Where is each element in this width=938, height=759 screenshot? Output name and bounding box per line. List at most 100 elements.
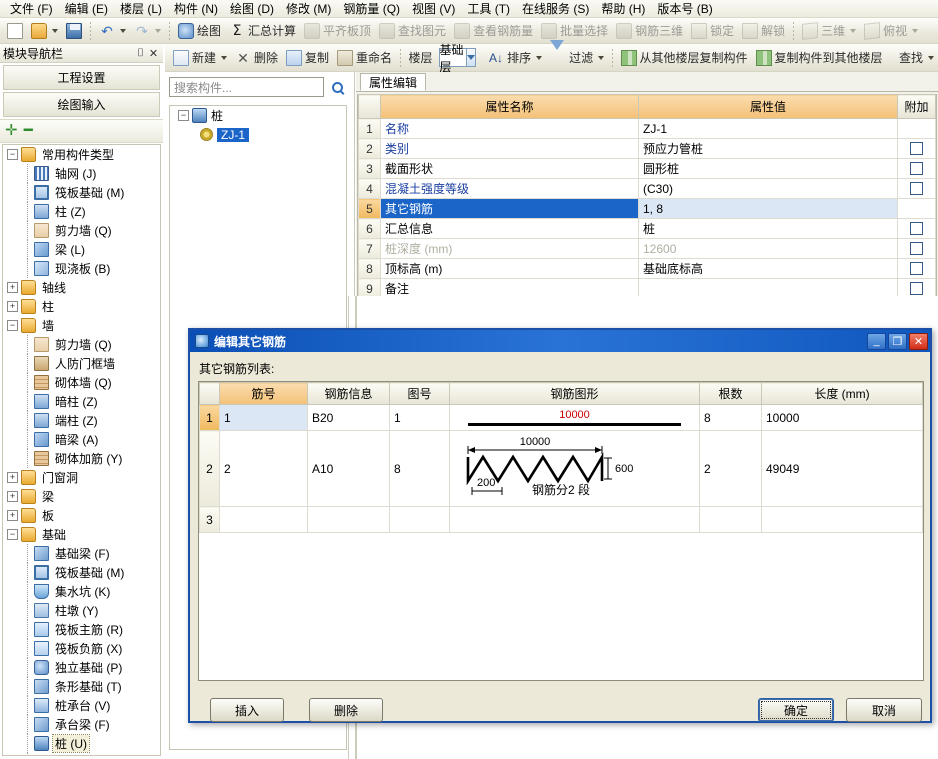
minimize-button[interactable]: _: [867, 332, 886, 350]
close-icon[interactable]: ✕: [147, 47, 160, 60]
tree-item-6[interactable]: 现浇板 (B): [3, 259, 160, 278]
lock-button[interactable]: 锁定: [687, 20, 738, 42]
collapse-icon[interactable]: −: [7, 320, 18, 331]
rebar-grid[interactable]: 筋号 钢筋信息 图号 钢筋图形 根数 长度 (mm) 1 1 B20 1 100…: [198, 381, 924, 681]
find-element-button[interactable]: 查找图元: [375, 20, 450, 42]
table-row[interactable]: 2 类别 预应力管桩: [358, 138, 936, 159]
menu-item-edit[interactable]: 编辑 (E): [59, 1, 114, 17]
tree-item-18[interactable]: + 梁: [3, 487, 160, 506]
menu-item-component[interactable]: 构件 (N): [168, 1, 224, 17]
tree-item-13[interactable]: 暗柱 (Z): [3, 392, 160, 411]
search-button[interactable]: [324, 77, 350, 97]
expand-icon[interactable]: +: [7, 491, 18, 502]
tree-item-28[interactable]: 条形基础 (T): [3, 677, 160, 696]
menu-item-rebar-quantity[interactable]: 钢筋量 (Q): [337, 1, 406, 17]
view-rebar-quantity-button[interactable]: 查看钢筋量: [450, 20, 537, 42]
rename-component-button[interactable]: 重命名: [333, 47, 396, 69]
cell-length[interactable]: [761, 506, 923, 533]
cell-additional[interactable]: [897, 218, 936, 239]
cell-rebar-no[interactable]: [219, 506, 308, 533]
redo-button[interactable]: ↷: [130, 20, 165, 42]
insert-button[interactable]: 插入: [210, 698, 284, 722]
floor-select-dropdown-button[interactable]: [466, 48, 476, 67]
find-button[interactable]: 查找: [895, 47, 938, 69]
cell-property-value[interactable]: 基础底标高: [638, 258, 898, 279]
floor-select[interactable]: 基础层: [438, 43, 467, 74]
batch-select-button[interactable]: 批量选择: [537, 20, 612, 42]
copy-from-other-floor-button[interactable]: 从其他楼层复制构件: [617, 47, 752, 69]
cell-additional[interactable]: [897, 118, 936, 139]
menu-item-tools[interactable]: 工具 (T): [461, 1, 516, 17]
expand-icon[interactable]: +: [7, 472, 18, 483]
table-row[interactable]: 3 截面形状 圆形桩: [358, 158, 936, 179]
filter-button[interactable]: 过滤: [546, 39, 608, 69]
tree-item-5[interactable]: 梁 (L): [3, 240, 160, 259]
expand-icon[interactable]: +: [7, 301, 18, 312]
dialog-title-bar[interactable]: 编辑其它钢筋 _ ❐ ✕: [190, 330, 930, 352]
table-row[interactable]: 4 混凝土强度等级 (C30): [358, 178, 936, 199]
top-view-button[interactable]: 俯视: [860, 20, 922, 42]
copy-component-button[interactable]: 复制: [282, 47, 333, 69]
tree-item-8[interactable]: + 柱: [3, 297, 160, 316]
cell-rebar-shape[interactable]: [449, 506, 700, 533]
checkbox[interactable]: [910, 162, 923, 175]
tree-node-zj1[interactable]: ZJ-1: [170, 125, 346, 144]
view-3d-button[interactable]: 三维: [798, 20, 860, 42]
cell-additional[interactable]: [897, 238, 936, 259]
cell-property-value[interactable]: 12600: [638, 238, 898, 259]
menu-item-file[interactable]: 文件 (F): [4, 1, 59, 17]
cell-rebar-shape-straight[interactable]: 10000: [449, 404, 700, 431]
tree-item-16[interactable]: 砌体加筋 (Y): [3, 449, 160, 468]
checkbox[interactable]: [910, 242, 923, 255]
collapse-icon[interactable]: −: [178, 110, 189, 121]
cell-rebar-info[interactable]: A10: [307, 430, 390, 507]
tree-item-3[interactable]: 柱 (Z): [3, 202, 160, 221]
draw-button[interactable]: 绘图: [174, 20, 225, 42]
cell-count[interactable]: 8: [699, 404, 762, 431]
undo-button[interactable]: ↶: [95, 20, 130, 42]
cell-count[interactable]: [699, 506, 762, 533]
new-component-button[interactable]: 新建: [169, 47, 231, 69]
expand-all-icon[interactable]: ✛: [5, 123, 18, 138]
tree-item-1[interactable]: 轴网 (J): [3, 164, 160, 183]
cell-drawing-no[interactable]: 1: [389, 404, 450, 431]
tree-item-19[interactable]: + 板: [3, 506, 160, 525]
unlock-button[interactable]: 解锁: [738, 20, 789, 42]
menu-item-help[interactable]: 帮助 (H): [595, 1, 651, 17]
cell-additional[interactable]: [897, 178, 936, 199]
cell-rebar-shape-zigzag[interactable]: 10000 600 200 钢筋分2 段: [449, 430, 700, 507]
expand-icon[interactable]: +: [7, 510, 18, 521]
tree-item-26[interactable]: 筏板负筋 (X): [3, 639, 160, 658]
tree-item-2[interactable]: 筏板基础 (M): [3, 183, 160, 202]
menu-item-floor[interactable]: 楼层 (L): [114, 1, 168, 17]
open-file-button[interactable]: [27, 20, 62, 42]
cell-additional[interactable]: [897, 138, 936, 159]
checkbox[interactable]: [910, 182, 923, 195]
table-row[interactable]: 3: [199, 506, 923, 533]
search-input[interactable]: 搜索构件...: [169, 77, 324, 97]
cell-drawing-no[interactable]: [389, 506, 450, 533]
summary-calc-button[interactable]: Σ 汇总计算: [225, 20, 300, 42]
table-row[interactable]: 8 顶标高 (m) 基础底标高: [358, 258, 936, 279]
rebar-3d-button[interactable]: 钢筋三维: [612, 20, 687, 42]
cell-additional[interactable]: [897, 198, 936, 219]
tree-item-10[interactable]: 剪力墙 (Q): [3, 335, 160, 354]
collapse-icon[interactable]: −: [7, 149, 18, 160]
expand-icon[interactable]: +: [7, 282, 18, 293]
table-row[interactable]: 7 桩深度 (mm) 12600: [358, 238, 936, 259]
close-button[interactable]: ✕: [909, 332, 928, 350]
tree-item-25[interactable]: 筏板主筋 (R): [3, 620, 160, 639]
cell-length[interactable]: 49049: [761, 430, 923, 507]
delete-button[interactable]: 删除: [309, 698, 383, 722]
tab-property-editor[interactable]: 属性编辑: [360, 73, 427, 91]
tree-item-29[interactable]: 桩承台 (V): [3, 696, 160, 715]
menu-item-version[interactable]: 版本号 (B): [651, 1, 718, 17]
menu-item-draw[interactable]: 绘图 (D): [224, 1, 280, 17]
tree-node-pile-root[interactable]: − 桩: [170, 106, 346, 125]
checkbox[interactable]: [910, 282, 923, 295]
tree-item-24[interactable]: 柱墩 (Y): [3, 601, 160, 620]
tree-item-17[interactable]: + 门窗洞: [3, 468, 160, 487]
tree-item-31[interactable]: 桩 (U): [3, 734, 160, 753]
cell-rebar-info[interactable]: [307, 506, 390, 533]
tree-item-30[interactable]: 承台梁 (F): [3, 715, 160, 734]
